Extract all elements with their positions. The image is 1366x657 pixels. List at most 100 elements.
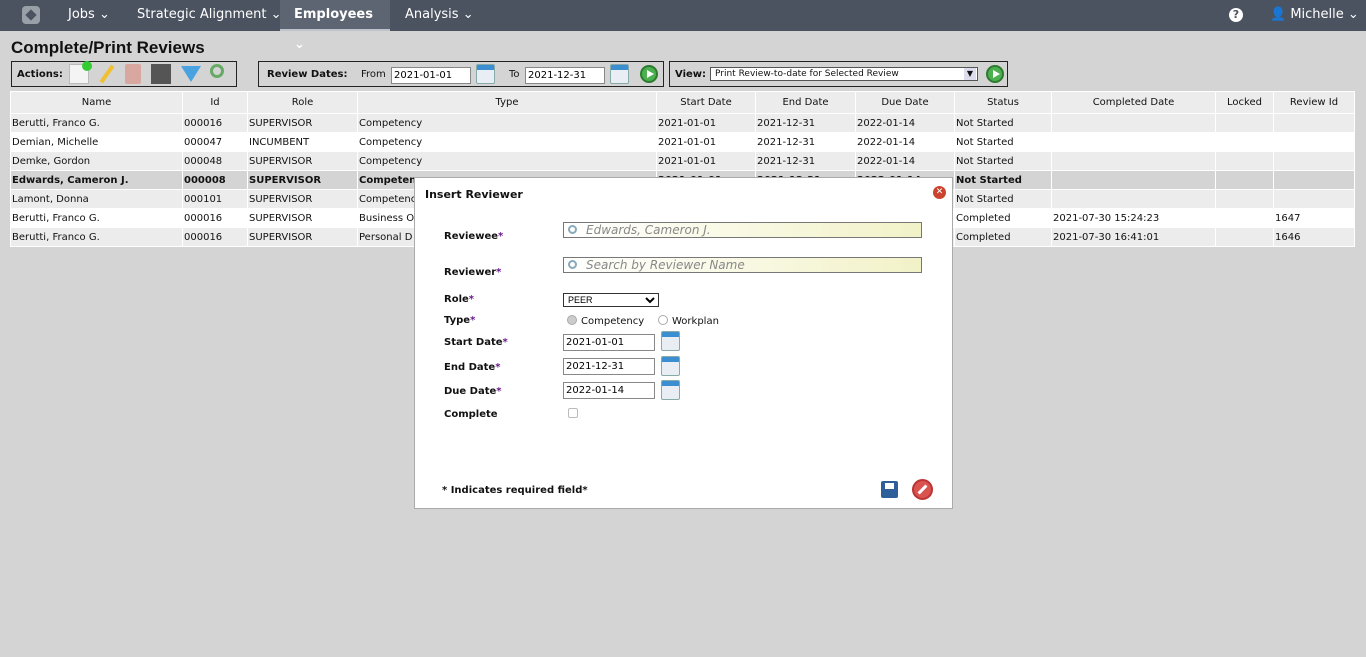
column-header[interactable]: Role — [247, 91, 358, 114]
table-cell: 2022-01-14 — [855, 132, 955, 152]
column-header[interactable]: Status — [954, 91, 1052, 114]
type-workplan-radio[interactable] — [658, 315, 668, 325]
review-dates-toolbar: Review Dates: From To — [258, 61, 664, 87]
nav-jobs[interactable]: Jobs ⌄ — [54, 0, 124, 31]
table-cell: 2021-07-30 15:24:23 — [1051, 208, 1216, 228]
table-cell: SUPERVISOR — [247, 113, 358, 133]
calendar-icon[interactable] — [661, 331, 680, 351]
view-select[interactable]: Print Review-to-date for Selected Review… — [710, 67, 978, 81]
start-date-label: Start Date* — [444, 337, 508, 348]
due-date-input[interactable] — [563, 382, 655, 399]
save-icon[interactable] — [881, 481, 898, 498]
cancel-icon[interactable] — [912, 479, 933, 500]
table-cell: SUPERVISOR — [247, 170, 358, 190]
table-cell: Competency — [357, 113, 657, 133]
table-cell: Completed — [954, 227, 1052, 247]
calendar-icon[interactable] — [661, 356, 680, 376]
chevron-down-icon: ▼ — [964, 68, 976, 80]
nav-employees[interactable]: Employees ⌄ — [280, 0, 390, 52]
print-icon[interactable] — [151, 64, 171, 84]
table-cell: 2021-12-31 — [755, 151, 856, 171]
reviewee-input[interactable]: Edwards, Cameron J. — [563, 222, 922, 238]
close-icon[interactable]: ✕ — [933, 186, 946, 199]
actions-label: Actions: — [17, 69, 63, 80]
user-icon: 👤 — [1270, 7, 1287, 22]
delete-icon[interactable] — [125, 64, 141, 84]
table-cell — [1215, 227, 1274, 247]
table-cell: 2021-07-30 16:41:01 — [1051, 227, 1216, 247]
calendar-icon[interactable] — [476, 64, 495, 84]
table-cell: 000016 — [182, 208, 248, 228]
table-cell: 2022-01-14 — [855, 151, 955, 171]
column-header[interactable]: Start Date — [656, 91, 756, 114]
table-cell: 2021-01-01 — [656, 132, 756, 152]
table-row[interactable]: Demian, Michelle 000047 INCUMBENT Competenc… — [10, 132, 1355, 152]
table-cell: 1646 — [1273, 227, 1355, 247]
go-icon[interactable] — [986, 65, 1004, 83]
to-date-input[interactable] — [525, 67, 605, 84]
table-cell — [1215, 170, 1274, 190]
logo-icon[interactable] — [22, 6, 40, 24]
filter-icon[interactable] — [181, 66, 201, 82]
table-cell: SUPERVISOR — [247, 189, 358, 209]
user-menu[interactable]: 👤 Michelle ⌄ — [1270, 0, 1359, 30]
table-cell: Not Started — [954, 170, 1052, 190]
view-toolbar: View: Print Review-to-date for Selected … — [669, 61, 1008, 87]
column-header[interactable]: Id — [182, 91, 248, 114]
reviewer-placeholder: Search by Reviewer Name — [586, 258, 745, 272]
table-cell: 000101 — [182, 189, 248, 209]
table-cell: 000008 — [182, 170, 248, 190]
add-review-icon[interactable] — [69, 61, 92, 84]
reviewer-search-input[interactable]: Search by Reviewer Name — [563, 257, 922, 273]
search-icon[interactable] — [210, 64, 224, 78]
table-cell: SUPERVISOR — [247, 151, 358, 171]
table-cell — [1273, 132, 1355, 152]
table-cell — [1273, 151, 1355, 171]
table-cell: 2021-01-01 — [656, 113, 756, 133]
help-icon[interactable]: ? — [1229, 8, 1243, 22]
edit-icon[interactable] — [99, 64, 115, 84]
table-cell: Edwards, Cameron J. — [10, 170, 183, 190]
nav-label: Analysis — [405, 7, 459, 22]
role-select[interactable]: PEER — [563, 293, 659, 307]
view-selected: Print Review-to-date for Selected Review — [715, 69, 899, 79]
column-header[interactable]: Completed Date — [1051, 91, 1216, 114]
from-label: From — [361, 69, 386, 80]
table-cell — [1215, 113, 1274, 133]
table-row[interactable]: Demke, Gordon 000048 SUPERVISOR Competency 2… — [10, 151, 1355, 171]
table-cell — [1051, 189, 1216, 209]
table-cell — [1215, 189, 1274, 209]
go-icon[interactable] — [640, 65, 658, 83]
column-header[interactable]: Type — [357, 91, 657, 114]
table-cell: Berutti, Franco G. — [10, 208, 183, 228]
search-icon — [568, 260, 577, 269]
nav-label: Employees — [294, 7, 373, 22]
calendar-icon[interactable] — [610, 64, 629, 84]
end-date-input[interactable] — [563, 358, 655, 375]
table-cell: Lamont, Donna — [10, 189, 183, 209]
table-row[interactable]: Berutti, Franco G. 000016 SUPERVISOR Compet… — [10, 113, 1355, 133]
table-cell: 2021-12-31 — [755, 132, 856, 152]
table-cell: 000016 — [182, 113, 248, 133]
from-date-input[interactable] — [391, 67, 471, 84]
column-header[interactable]: Locked — [1215, 91, 1274, 114]
table-cell — [1215, 208, 1274, 228]
complete-checkbox[interactable] — [568, 408, 578, 418]
type-competency-radio[interactable] — [567, 315, 577, 325]
reviewer-label: Reviewer* — [444, 267, 502, 278]
table-cell — [1051, 151, 1216, 171]
column-header[interactable]: End Date — [755, 91, 856, 114]
column-header[interactable]: Review Id — [1273, 91, 1355, 114]
review-dates-label: Review Dates: — [267, 69, 348, 80]
user-name: Michelle — [1290, 7, 1344, 22]
nav-analysis[interactable]: Analysis ⌄ — [391, 0, 488, 31]
table-cell: 1647 — [1273, 208, 1355, 228]
type-competency-label: Competency — [581, 316, 645, 327]
nav-strategic-alignment[interactable]: Strategic Alignment ⌄ — [123, 0, 296, 31]
complete-label: Complete — [444, 409, 498, 420]
column-header[interactable]: Due Date — [855, 91, 955, 114]
calendar-icon[interactable] — [661, 380, 680, 400]
start-date-input[interactable] — [563, 334, 655, 351]
column-header[interactable]: Name — [10, 91, 183, 114]
table-cell: Competency — [357, 151, 657, 171]
